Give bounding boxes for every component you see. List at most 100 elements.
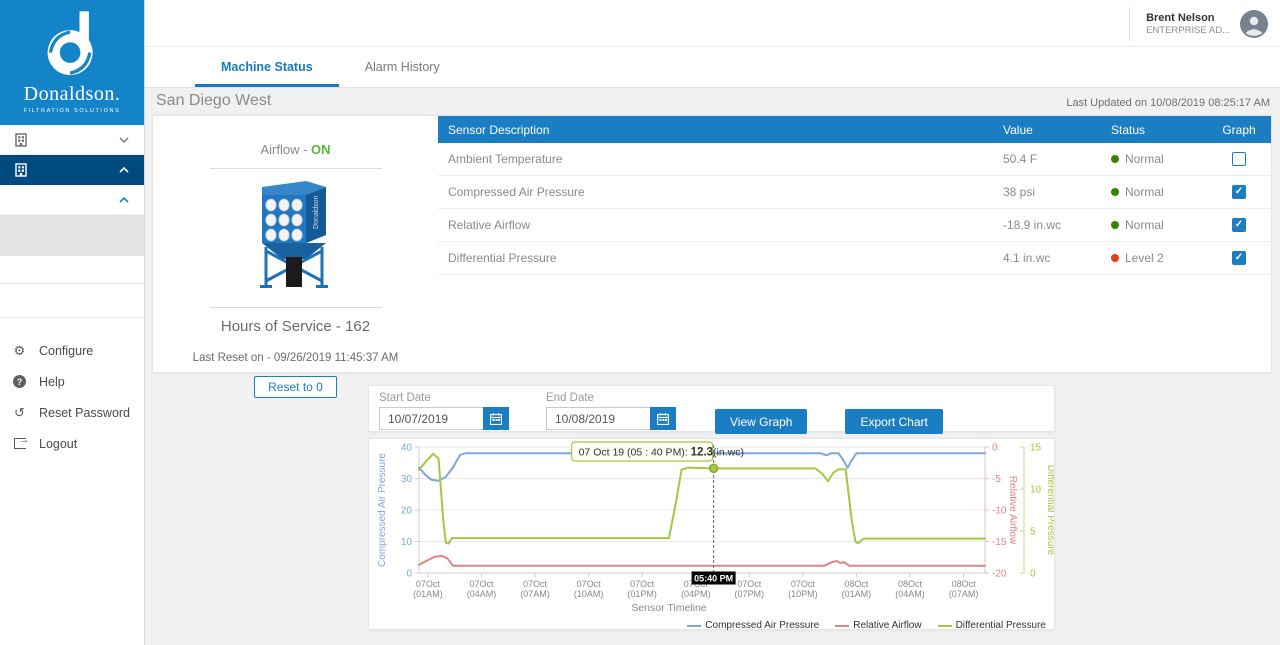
donaldson-d-icon <box>42 11 102 81</box>
cell-graph <box>1207 152 1271 166</box>
user-name: Brent Nelson <box>1146 12 1230 24</box>
sidebar-item-selected-machine[interactable] <box>0 215 144 256</box>
sensor-chart-panel: 0102030400-5-10-15-20151050Compressed Ai… <box>368 438 1055 630</box>
export-chart-button[interactable]: Export Chart <box>845 409 942 434</box>
brand-tagline: FILTRATION SOLUTIONS <box>24 108 121 114</box>
relative-airflow-tick-label: -15 <box>992 537 1007 548</box>
sensor-table: Sensor Description Value Status Graph Am… <box>438 116 1271 275</box>
x-tick-label: 08Oct <box>952 579 977 589</box>
svg-text:Donaldson: Donaldson <box>313 195 320 229</box>
tab-alarm-history[interactable]: Alarm History <box>339 47 466 87</box>
left-axis-tick-label: 40 <box>401 443 413 454</box>
tooltip-text: 07 Oct 19 (05 : 40 PM): 12.3(in.wc) <box>579 447 744 459</box>
cell-status: Normal <box>1111 218 1207 232</box>
series-differential-pressure <box>419 454 985 544</box>
differential-tick-label: 0 <box>1030 569 1036 580</box>
graph-checkbox[interactable] <box>1232 152 1246 166</box>
dust-collector-image: Donaldson <box>248 177 344 291</box>
sidebar-item-company[interactable] <box>0 125 144 155</box>
user-block[interactable]: Brent Nelson ENTERPRISE AD... <box>1129 5 1268 42</box>
topbar: Brent Nelson ENTERPRISE AD... <box>145 0 1280 47</box>
x-tick-label: (10PM) <box>788 589 818 599</box>
sidebar-item-label: Help <box>39 375 65 389</box>
graph-checkbox[interactable]: ✓ <box>1232 218 1246 232</box>
hover-marker <box>710 464 718 472</box>
collector-column: Airflow - ON Donaldson <box>153 116 438 372</box>
table-row: Differential Pressure4.1 in.wcLevel 2✓ <box>438 242 1271 275</box>
cell-value: -18.9 in.wc <box>1003 218 1111 232</box>
tab-bar: Machine Status Alarm History <box>145 47 1280 88</box>
x-tick-label: 08Oct <box>898 579 923 589</box>
graph-checkbox[interactable]: ✓ <box>1232 185 1246 199</box>
brand-logo: Donaldson. FILTRATION SOLUTIONS <box>0 0 144 125</box>
cell-status: Level 2 <box>1111 251 1207 265</box>
end-date-calendar-button[interactable] <box>650 407 676 430</box>
sidebar-item-site[interactable] <box>0 155 144 185</box>
left-axis-tick-label: 10 <box>401 537 413 548</box>
sidebar-spacer <box>0 284 144 318</box>
tab-machine-status[interactable]: Machine Status <box>195 47 339 87</box>
sidebar-footer: ⚙Configure? Help ↺Reset PasswordLogout <box>0 335 144 459</box>
sidebar-item-reset-password[interactable]: ↺Reset Password <box>0 397 144 428</box>
x-tick-label: 07Oct <box>791 579 816 589</box>
machine-status-panel: Airflow - ON Donaldson <box>152 115 1272 373</box>
x-tick-label: (01PM) <box>627 589 657 599</box>
crosshair-time-label: 05:40 PM <box>694 574 733 584</box>
cell-graph: ✓ <box>1207 251 1271 265</box>
x-axis-title: Sensor Timeline <box>631 602 706 614</box>
x-tick-label: 07Oct <box>523 579 548 589</box>
status-dot <box>1111 155 1119 163</box>
airflow-label: Airflow - <box>260 142 311 157</box>
cell-status: Normal <box>1111 152 1207 166</box>
airflow-state: ON <box>311 142 331 157</box>
airflow-status: Airflow - ON <box>153 142 438 157</box>
table-row: Relative Airflow-18.9 in.wcNormal✓ <box>438 209 1271 242</box>
view-graph-button[interactable]: View Graph <box>715 409 807 434</box>
x-tick-label: 08Oct <box>844 579 869 589</box>
sidebar-spacer <box>0 256 144 284</box>
differential-tick-label: 15 <box>1030 443 1042 454</box>
help-icon: ? <box>12 374 27 389</box>
x-tick-label: 07Oct <box>416 579 441 589</box>
x-tick-label: 07Oct <box>630 579 655 589</box>
left-axis-title: Compressed Air Pressure <box>377 453 388 567</box>
sidebar-item-logout[interactable]: Logout <box>0 428 144 459</box>
avatar[interactable] <box>1240 10 1268 38</box>
differential-tick-label: 10 <box>1030 485 1042 496</box>
start-date-calendar-button[interactable] <box>483 407 509 430</box>
x-tick-label: (07PM) <box>735 589 765 599</box>
reset-to-zero-button[interactable]: Reset to 0 <box>254 376 337 398</box>
start-date-input[interactable] <box>379 407 483 430</box>
left-axis-tick-label: 0 <box>406 569 412 580</box>
legend-item[interactable]: Relative Airflow <box>835 620 921 631</box>
start-date-label: Start Date <box>379 392 535 404</box>
cell-value: 50.4 F <box>1003 152 1111 166</box>
sensor-timeline-chart[interactable]: 0102030400-5-10-15-20151050Compressed Ai… <box>369 439 1054 615</box>
chart-legend: Compressed Air Pressure Relative Airflow D… <box>369 620 1054 631</box>
status-dot <box>1111 254 1119 262</box>
sidebar-item-machine-group[interactable] <box>0 185 144 215</box>
status-label: Normal <box>1125 152 1164 166</box>
cell-status: Normal <box>1111 185 1207 199</box>
legend-item[interactable]: Differential Pressure <box>938 620 1046 631</box>
legend-item[interactable]: Compressed Air Pressure <box>687 620 819 631</box>
cell-graph: ✓ <box>1207 218 1271 232</box>
sidebar-item-configure[interactable]: ⚙Configure <box>0 335 144 366</box>
calendar-icon <box>657 413 669 425</box>
start-date-group: Start Date <box>379 392 535 430</box>
end-date-input[interactable] <box>546 407 650 430</box>
x-tick-label: (10AM) <box>574 589 604 599</box>
sidebar-item-help[interactable]: ? Help <box>0 366 144 397</box>
x-tick-label: 07Oct <box>737 579 762 589</box>
cell-value: 4.1 in.wc <box>1003 251 1111 265</box>
status-dot <box>1111 188 1119 196</box>
x-tick-label: 07Oct <box>577 579 602 589</box>
cell-value: 38 psi <box>1003 185 1111 199</box>
table-row: Compressed Air Pressure38 psiNormal✓ <box>438 176 1271 209</box>
status-label: Normal <box>1125 185 1164 199</box>
hours-of-service: Hours of Service - 162 <box>153 318 438 335</box>
graph-checkbox[interactable]: ✓ <box>1232 251 1246 265</box>
user-names: Brent Nelson ENTERPRISE AD... <box>1146 12 1230 36</box>
chevron-up-icon <box>119 197 129 203</box>
divider <box>1129 7 1130 41</box>
